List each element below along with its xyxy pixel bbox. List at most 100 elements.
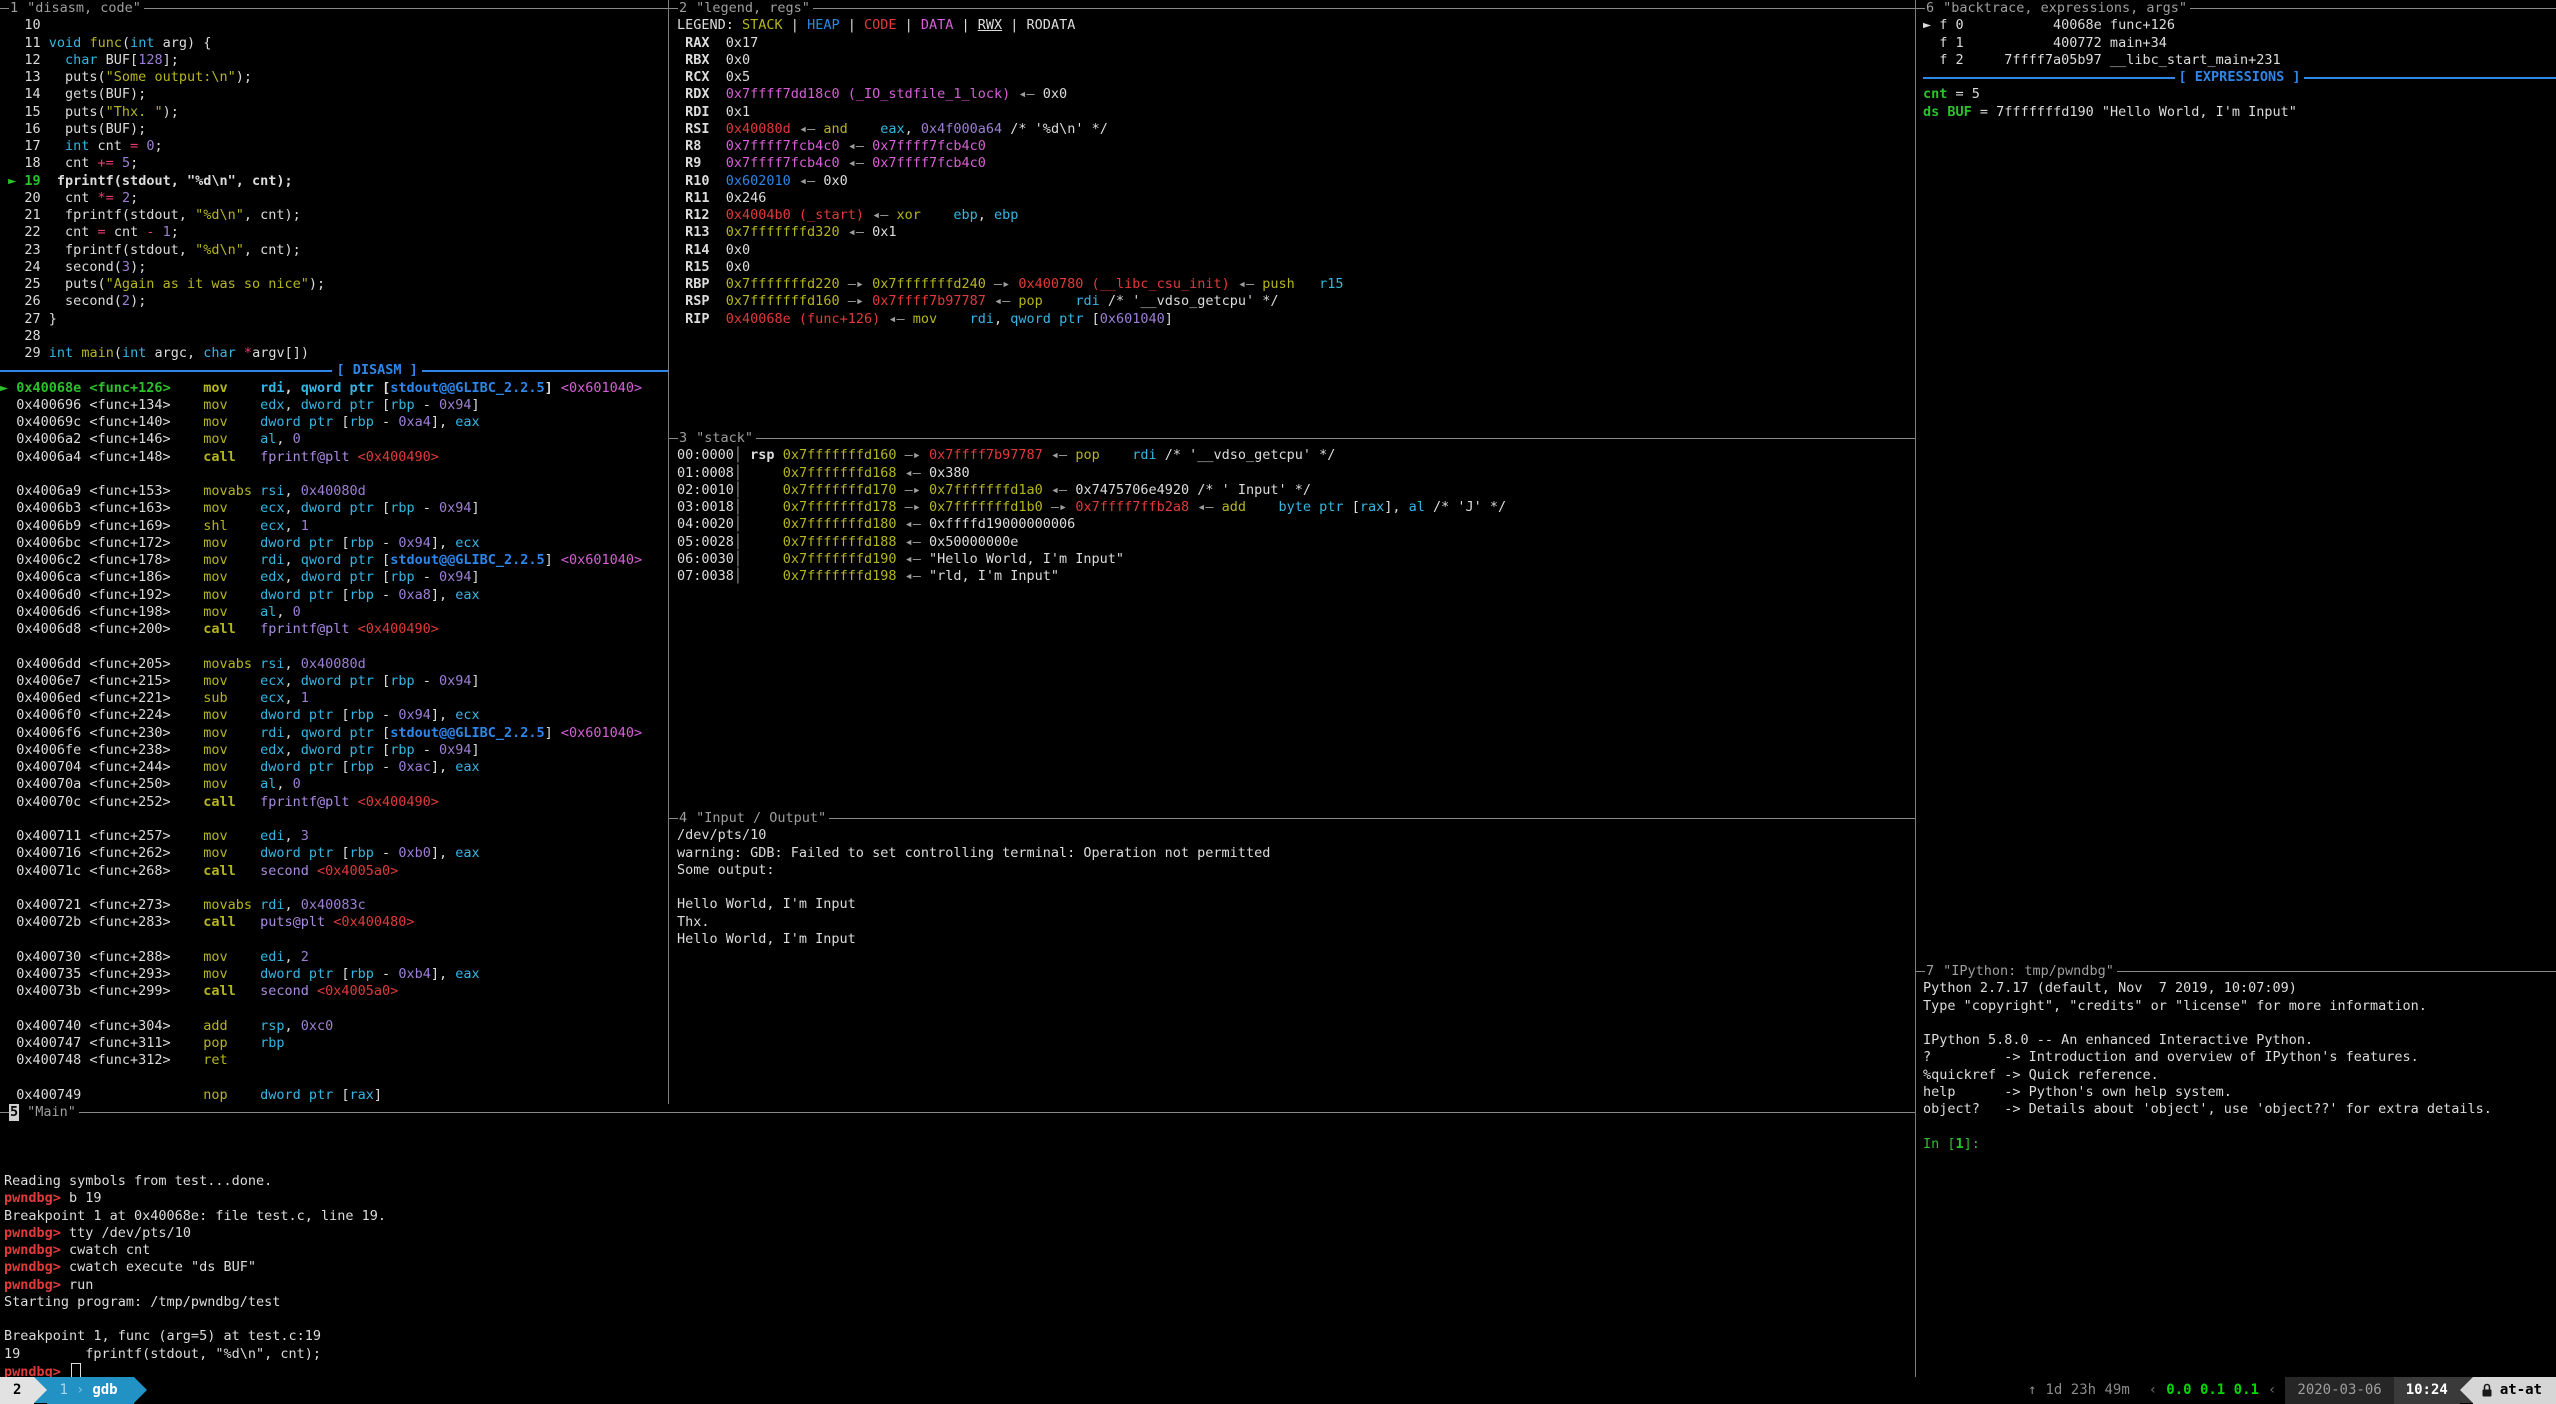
- terminal-line: 0x4006f0 <func+224> mov dword ptr [rbp -…: [0, 707, 668, 724]
- terminal-line: [0, 880, 668, 897]
- terminal-line: warning: GDB: Failed to set controlling …: [677, 845, 1915, 862]
- pane-input-output[interactable]: 4"Input / Output" /dev/pts/10warning: GD…: [669, 810, 1915, 1104]
- terminal-line: 0x400716 <func+262> mov dword ptr [rbp -…: [0, 845, 668, 862]
- pane-ipython[interactable]: 7"IPython: tmp/pwndbg" Python 2.7.17 (de…: [1916, 963, 2556, 1377]
- terminal-line: [677, 879, 1915, 896]
- terminal-line: 28: [0, 328, 668, 345]
- terminal-line: [1923, 1118, 2556, 1135]
- pane-name: "legend, regs": [696, 0, 810, 17]
- terminal-line: 06:0030│ 0x7fffffffd190 ◂— "Hello World,…: [677, 551, 1915, 568]
- terminal-line: ds BUF = 7fffffffd190 "Hello World, I'm …: [1923, 104, 2556, 121]
- terminal-line: Hello World, I'm Input: [677, 896, 1915, 913]
- pane-name: "Main": [27, 1104, 76, 1121]
- terminal-line: 0x40069c <func+140> mov dword ptr [rbp -…: [0, 414, 668, 431]
- terminal-line: Python 2.7.17 (default, Nov 7 2019, 10:0…: [1923, 980, 2556, 997]
- pane-main-gdb[interactable]: 5"Main" Reading symbols from test...done…: [0, 1104, 1915, 1378]
- powerline-arrow-icon: [134, 1377, 147, 1403]
- pane-number: 4: [678, 810, 688, 827]
- terminal-line: 22 cnt = cnt - 1;: [0, 224, 668, 241]
- terminal-line: RBP 0x7fffffffd220 —▸ 0x7fffffffd240 —▸ …: [677, 276, 1915, 293]
- window-tab-gdb[interactable]: 1›gdb: [47, 1377, 133, 1404]
- section-divider: [ DISASM ]: [0, 362, 668, 379]
- pane-title-io: 4"Input / Output": [669, 810, 1915, 827]
- pane-disasm-code[interactable]: 1"disasm, code" 10 11 void func(int arg)…: [0, 0, 668, 1104]
- terminal-line: 0x4006b9 <func+169> shl ecx, 1: [0, 518, 668, 535]
- hostname-badge: at-at: [2473, 1377, 2556, 1404]
- terminal-line: 0x40070c <func+252> call fprintf@plt <0x…: [0, 794, 668, 811]
- terminal-line: 10: [0, 17, 668, 34]
- terminal-line: RIP 0x40068e (func+126) ◂— mov rdi, qwor…: [677, 311, 1915, 328]
- terminal-line: [0, 811, 668, 828]
- text-cursor: [71, 1363, 81, 1378]
- terminal-line: 0x4006d8 <func+200> call fprintf@plt <0x…: [0, 621, 668, 638]
- terminal-line: 0x400735 <func+293> mov dword ptr [rbp -…: [0, 966, 668, 983]
- terminal-line: 0x4006ca <func+186> mov edx, dword ptr […: [0, 569, 668, 586]
- terminal-line: 0x400696 <func+134> mov edx, dword ptr […: [0, 397, 668, 414]
- pane-separator-vertical[interactable]: [668, 0, 669, 1104]
- terminal-line: 29 int main(int argc, char *argv[]): [0, 345, 668, 362]
- hostname: at-at: [2500, 1382, 2542, 1399]
- terminal-line: [0, 1001, 668, 1018]
- date-display: 2020-03-06: [2285, 1377, 2393, 1404]
- terminal-line: R13 0x7fffffffd320 ◂— 0x1: [677, 224, 1915, 241]
- pane-legend-regs[interactable]: 2"legend, regs" LEGEND: STACK | HEAP | C…: [669, 0, 1915, 430]
- terminal-line: 0x4006dd <func+205> movabs rsi, 0x40080d: [0, 656, 668, 673]
- gdb-console-content[interactable]: Reading symbols from test...done. pwndbg>…: [0, 1121, 1915, 1378]
- pane-separator-vertical[interactable]: [1915, 0, 1916, 1377]
- terminal-line: 02:0010│ 0x7fffffffd170 —▸ 0x7fffffffd1a…: [677, 482, 1915, 499]
- border-line: [2190, 8, 2556, 9]
- terminal-line: [0, 932, 668, 949]
- terminal-line: R9 0x7ffff7fcb4c0 ◂— 0x7ffff7fcb4c0: [677, 155, 1915, 172]
- border-line: [669, 818, 678, 819]
- border-line: [669, 8, 678, 9]
- terminal-line: 11 void func(int arg) {: [0, 35, 668, 52]
- terminal-line: ► 19 fprintf(stdout, "%d\n", cnt);: [0, 173, 668, 190]
- terminal-line: Hello World, I'm Input: [677, 931, 1915, 948]
- terminal-line: 27 }: [0, 311, 668, 328]
- terminal-line: R11 0x246: [677, 190, 1915, 207]
- terminal-line: [0, 1070, 668, 1087]
- pane-number: 6: [1925, 0, 1935, 17]
- terminal-line: R10 0x602010 ◂— 0x0: [677, 173, 1915, 190]
- terminal-line: RCX 0x5: [677, 69, 1915, 86]
- backtrace-content: ► f 0 40068e func+126 f 1 400772 main+34…: [1916, 17, 2556, 121]
- terminal-line: 0x4006f6 <func+230> mov rdi, qword ptr […: [0, 725, 668, 742]
- session-name[interactable]: 2: [0, 1377, 34, 1404]
- border-line: [0, 1112, 9, 1113]
- terminal-line: f 2 7ffff7a05b97 __libc_start_main+231: [1923, 52, 2556, 69]
- terminal-line: ► 0x40068e <func+126> mov rdi, qword ptr…: [0, 380, 668, 397]
- terminal-line: pwndbg>: [4, 1363, 1915, 1378]
- terminal-line: 0x4006a9 <func+153> movabs rsi, 0x40080d: [0, 483, 668, 500]
- pane-name: "backtrace, expressions, args": [1943, 0, 2187, 17]
- pane-backtrace-expressions[interactable]: 6 "backtrace, expressions, args" ► f 0 40…: [1916, 0, 2556, 963]
- terminal-line: pwndbg> run: [4, 1277, 1915, 1294]
- terminal-line: /dev/pts/10: [677, 827, 1915, 844]
- border-line: [756, 438, 1915, 439]
- pane-title-backtrace: 6 "backtrace, expressions, args": [1916, 0, 2556, 17]
- terminal-line: 0x4006ed <func+221> sub ecx, 1: [0, 690, 668, 707]
- tmux-status-bar: 2 1›gdb ↑1d 23h 49m ‹ 0.0 0.1 0.1 ‹ 2020…: [0, 1377, 2556, 1404]
- registers-content: LEGEND: STACK | HEAP | CODE | DATA | RWX…: [669, 17, 1915, 328]
- terminal-line: IPython 5.8.0 -- An enhanced Interactive…: [1923, 1032, 2556, 1049]
- terminal-line: 07:0038│ 0x7fffffffd198 ◂— "rld, I'm Inp…: [677, 568, 1915, 585]
- terminal-line: 05:0028│ 0x7fffffffd188 ◂— 0x50000000e: [677, 534, 1915, 551]
- terminal-line: %quickref -> Quick reference.: [1923, 1067, 2556, 1084]
- terminal-line: R15 0x0: [677, 259, 1915, 276]
- terminal-line: 0x40070a <func+250> mov al, 0: [0, 776, 668, 793]
- terminal-line: R14 0x0: [677, 242, 1915, 259]
- border-line: [144, 8, 668, 9]
- terminal-line: LEGEND: STACK | HEAP | CODE | DATA | RWX…: [677, 17, 1915, 34]
- ipython-content[interactable]: Python 2.7.17 (default, Nov 7 2019, 10:0…: [1916, 980, 2556, 1153]
- terminal-line: Type "copyright", "credits" or "license"…: [1923, 998, 2556, 1015]
- terminal-line: 0x400730 <func+288> mov edi, 2: [0, 949, 668, 966]
- terminal-line: 12 char BUF[128];: [0, 52, 668, 69]
- section-divider: [ EXPRESSIONS ]: [1923, 69, 2556, 86]
- pane-stack[interactable]: 3"stack" 00:0000│ rsp 0x7fffffffd160 —▸ …: [669, 430, 1915, 810]
- terminal-line: 01:0008│ 0x7fffffffd168 ◂— 0x380: [677, 465, 1915, 482]
- stack-content: 00:0000│ rsp 0x7fffffffd160 —▸ 0x7ffff7b…: [669, 447, 1915, 585]
- border-line: [2117, 971, 2556, 972]
- terminal-line: 0x400740 <func+304> add rsp, 0xc0: [0, 1018, 668, 1035]
- pane-title-stack: 3"stack": [669, 430, 1915, 447]
- time-display: 10:24: [2394, 1377, 2460, 1404]
- terminal-line: Reading symbols from test...done.: [4, 1173, 1915, 1190]
